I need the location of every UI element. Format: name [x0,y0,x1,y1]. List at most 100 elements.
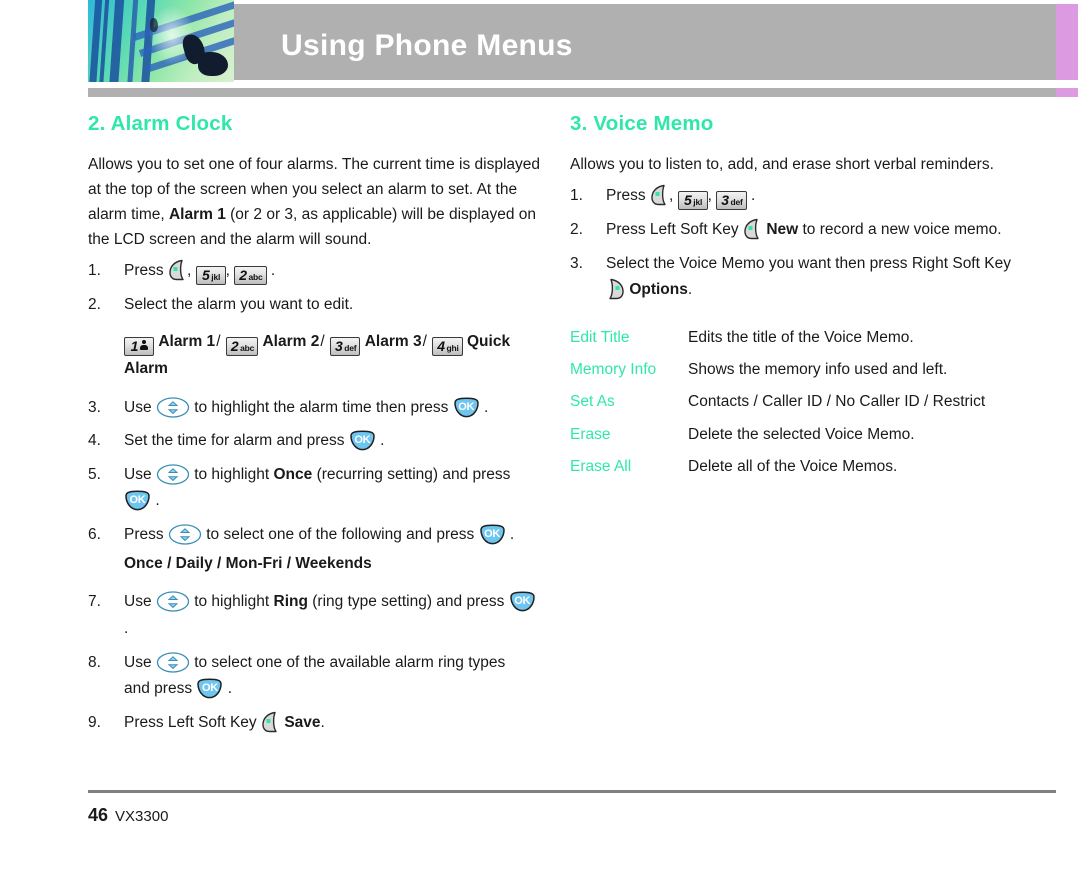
step-5-text-a: Use [124,465,152,483]
step-7: 7. Use to highlight Ring (ring type sett… [88,589,540,642]
nav-updown-key-icon[interactable] [156,396,190,419]
nav-updown-key-icon[interactable] [156,463,190,486]
footer-page-number: 46 [88,805,109,825]
softkey-left-icon[interactable] [168,259,187,281]
vm-step-1-period: . [750,186,756,204]
voicemail-icon [140,339,149,350]
step-1: 1. Press , 5 jkl, 2 abc . [88,258,540,286]
step-9-bold-save: Save [284,714,321,732]
step-2: 2. Select the alarm you want to edit. [88,292,540,319]
step-5: 5. Use to highlight Once (recurring sett… [88,462,540,515]
key-5-jkl[interactable]: 5 jkl [677,190,708,210]
vm-step-1-comma-2: , [707,186,712,204]
ok-key-label: OK [129,494,146,507]
alarm-3-label: Alarm 3 [364,332,422,350]
step-3-text-b: to highlight the alarm time then press [194,398,449,416]
step-4-number: 4. [88,432,101,450]
vm-step-2: 2. Press Left Soft Key New to record a n… [570,217,1030,244]
alarm-sep-1: / [216,332,221,350]
key-3-def-alarm3[interactable]: 3 def [329,336,361,356]
ok-key-label: OK [354,434,371,447]
option-name-memory-info: Memory Info [570,361,657,379]
softkey-left-icon[interactable] [261,711,280,733]
key-4-ghi-quick-alarm[interactable]: 4 ghi [432,336,463,356]
step-9-text-a: Press Left Soft Key [124,714,257,732]
ok-key-icon[interactable]: OK [196,678,223,699]
step-3: 3. Use to highlight the alarm time then … [88,395,540,422]
page-title: Using Phone Menus [281,29,573,62]
vm-step-3: 3. Select the Voice Memo you want then p… [570,251,1030,304]
step-9: 9. Press Left Soft Key Save. [88,710,540,737]
ok-key-label: OK [458,400,475,413]
vm-step-2-text-b: to record a new voice memo. [802,220,1002,238]
step-7-text-a: Use [124,593,152,611]
intro-bold-alarm1: Alarm 1 [168,205,226,223]
step-8-text-c: and press [124,680,193,698]
option-desc-erase-all: Delete all of the Voice Memos. [688,457,898,475]
step-5-text-c: (recurring setting) and press [316,465,511,483]
vm-step-2-number: 2. [570,220,583,238]
ok-key-icon[interactable]: OK [479,524,506,545]
option-desc-erase: Delete the selected Voice Memo. [688,425,915,443]
header-purple-accent [1056,4,1078,80]
option-desc-memory-info: Shows the memory info used and left. [688,361,948,379]
option-name-set-as: Set As [570,393,615,411]
option-desc-edit-title: Edits the title of the Voice Memo. [688,328,914,346]
softkey-right-icon[interactable] [606,278,625,300]
step-1-period: . [270,262,276,280]
nav-updown-key-icon[interactable] [168,523,202,546]
option-name-erase-all: Erase All [570,457,632,475]
key-1-voicemail[interactable]: 1 [124,336,154,356]
step-8-text-a: Use [124,653,152,671]
step-1-comma-1: , [186,262,192,280]
header-sub-bar [88,88,1056,97]
vm-step-3-bold-options: Options [629,281,688,299]
recurring-options-text: Once / Daily / Mon-Fri / Weekends [124,554,372,572]
header-sub-bar-accent [1056,88,1078,97]
alarm-2-label: Alarm 2 [262,332,320,350]
step-8: 8. Use to select one of the available al… [88,650,540,703]
step-6-number: 6. [88,526,101,544]
right-column: 3. Voice Memo Allows you to listen to, a… [570,108,1030,483]
step-8-text-b: to select one of the available alarm rin… [194,653,506,671]
step-8-number: 8. [88,653,101,671]
alarm-clock-intro: Allows you to set one of four alarms. Th… [88,152,540,252]
softkey-left-icon[interactable] [650,184,669,206]
step-4: 4. Set the time for alarm and press OK . [88,428,540,455]
step-7-bold-ring: Ring [273,593,308,611]
left-column: 2. Alarm Clock Allows you to set one of … [88,108,540,744]
vm-step-1-comma-1: , [668,186,674,204]
step-7-text-b: to highlight [194,593,270,611]
step-3-number: 3. [88,398,101,416]
ok-key-icon[interactable]: OK [453,396,480,418]
key-2-abc[interactable]: 2 abc [234,266,267,286]
step-9-period: . [320,714,325,732]
step-6-text-b: to select one of the following and press [206,526,475,544]
key-5-jkl[interactable]: 5 jkl [195,266,226,286]
step-5-period: . [155,492,160,510]
nav-updown-key-icon[interactable] [156,590,190,613]
step-9-number: 9. [88,714,101,732]
key-2-abc-alarm2[interactable]: 2 abc [225,336,259,356]
recurring-options-line: Once / Daily / Mon-Fri / Weekends [88,551,540,578]
key-3-def[interactable]: 3 def [716,190,747,210]
section-title-alarm-clock: 2. Alarm Clock [88,112,233,135]
table-row: Edit Title Edits the title of the Voice … [570,322,1030,354]
step-2-number: 2. [88,296,101,314]
step-2-text: Select the alarm you want to edit. [124,296,354,314]
vm-step-2-text-a: Press Left Soft Key [606,220,739,238]
option-name-edit-title: Edit Title [570,328,630,346]
option-name-erase: Erase [570,425,611,443]
vm-step-1-number: 1. [570,186,583,204]
step-7-number: 7. [88,593,101,611]
option-desc-set-as: Contacts / Caller ID / No Caller ID / Re… [688,393,986,411]
ok-key-icon[interactable]: OK [509,591,536,612]
softkey-left-icon[interactable] [743,218,762,240]
ok-key-icon[interactable]: OK [124,490,151,511]
nav-updown-key-icon[interactable] [156,651,190,674]
voice-memo-intro: Allows you to listen to, add, and erase … [570,155,994,173]
vm-step-1-text: Press [606,186,646,204]
step-1-comma-2: , [225,262,230,280]
ok-key-icon[interactable]: OK [349,430,376,451]
section-title-voice-memo: 3. Voice Memo [570,112,714,135]
